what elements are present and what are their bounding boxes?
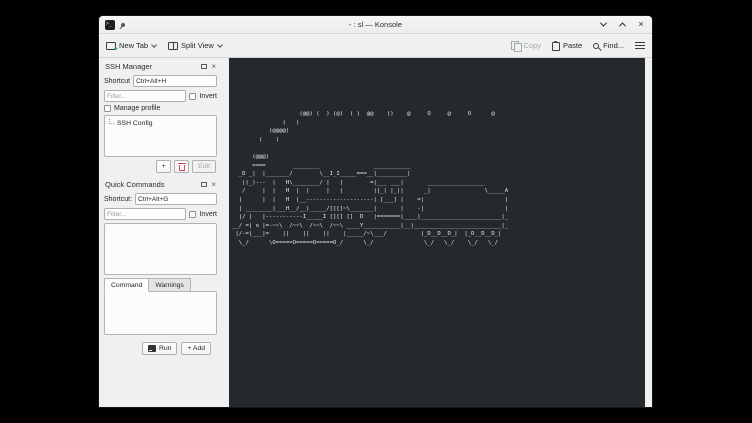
add-command-button[interactable]: + Add [181,342,211,355]
copy-label: Copy [523,41,541,50]
quick-commands-panel: Quick Commands × Shortcut: Invert [104,178,217,360]
trash-icon [179,165,185,171]
maximize-icon [618,22,625,29]
sidebar-splitter[interactable] [221,58,229,407]
manage-profile-label[interactable]: Manage profile [114,105,160,112]
ssh-shortcut-label: Shortcut [104,78,130,85]
ssh-manager-title: SSH Manager [105,62,197,71]
qc-invert-checkbox[interactable] [189,211,196,218]
ssh-filter-row: Invert [104,90,217,102]
float-panel-icon[interactable] [201,64,207,69]
paste-button[interactable]: Paste [552,41,582,51]
konsole-app-icon[interactable] [105,20,115,30]
qc-filter-input[interactable] [104,208,186,220]
main-toolbar: New Tab Split View Copy Paste [99,34,652,58]
sidebar: SSH Manager × Shortcut Invert [99,58,221,407]
qc-tab-bar: Command Warnings [104,278,217,292]
window-title: - : sl — Konsole [99,20,652,29]
search-icon [593,43,599,49]
tab-command[interactable]: Command [104,278,149,292]
tab-warnings[interactable]: Warnings [149,278,190,292]
window-content: SSH Manager × Shortcut Invert [99,58,652,407]
paste-icon [552,42,560,51]
copy-button[interactable]: Copy [511,41,541,50]
new-tab-icon [106,42,116,50]
close-panel-icon[interactable]: × [211,181,216,189]
manage-profile-checkbox[interactable] [104,105,111,112]
copy-icon [511,41,520,50]
window-controls: × [598,20,646,30]
paste-label: Paste [563,41,582,50]
new-tab-button[interactable]: New Tab [106,41,156,50]
terminal-scrollbar[interactable] [645,58,652,407]
hamburger-menu-icon [635,42,645,49]
terminal-ascii-train: (@@) ( ) (@) ( ) @@ () @ O @ O @ ( ) (@@… [232,110,645,248]
menu-button[interactable] [635,42,645,49]
split-view-dropdown-icon [217,42,223,48]
terminal-display[interactable]: (@@) ( ) (@) ( ) @@ () @ O @ O @ ( ) (@@… [229,58,645,407]
split-view-label: Split View [181,41,214,50]
maximize-button[interactable] [617,20,627,30]
tree-branch-icon [109,119,114,124]
titlebar-left [105,20,125,30]
split-view-icon [168,42,178,50]
tree-item-ssh-config[interactable]: SSH Config [107,119,214,127]
new-tab-label: New Tab [119,41,148,50]
minimize-icon [599,20,606,27]
qc-invert-label[interactable]: Invert [199,211,217,218]
float-panel-icon[interactable] [201,182,207,187]
qc-shortcut-field[interactable] [135,193,217,205]
split-view-button[interactable]: Split View [168,41,222,50]
ssh-shortcut-field[interactable] [133,75,217,87]
close-panel-icon[interactable]: × [211,63,216,71]
find-label: Find... [603,41,624,50]
tree-item-label: SSH Config [117,120,153,127]
close-icon: × [638,20,643,29]
ssh-manager-header: SSH Manager × [104,60,217,72]
new-tab-dropdown-icon [151,42,157,48]
ssh-button-row: + Edit [104,160,217,173]
ssh-shortcut-row: Shortcut [104,75,217,87]
quick-commands-list[interactable] [104,223,217,275]
qc-shortcut-row: Shortcut: [104,193,217,205]
manage-profile-row: Manage profile [104,105,217,112]
quick-commands-title: Quick Commands [105,180,197,189]
pin-icon[interactable] [120,22,126,28]
desktop-background: - : sl — Konsole × New Tab Split View [0,0,752,423]
edit-ssh-button[interactable]: Edit [192,160,216,173]
ssh-invert-label[interactable]: Invert [199,93,217,100]
minimize-button[interactable] [598,20,608,30]
close-button[interactable]: × [636,20,646,30]
ssh-manager-panel: SSH Manager × Shortcut Invert [104,60,217,178]
quick-commands-header: Quick Commands × [104,178,217,190]
ssh-invert-checkbox[interactable] [189,93,196,100]
qc-filter-row: Invert [104,208,217,220]
add-ssh-button[interactable]: + [156,160,171,173]
ssh-filter-input[interactable] [104,90,186,102]
titlebar[interactable]: - : sl — Konsole × [99,16,652,34]
delete-ssh-button[interactable] [174,160,189,173]
run-button[interactable]: Run [142,342,177,355]
find-button[interactable]: Find... [593,41,624,50]
konsole-window: - : sl — Konsole × New Tab Split View [99,16,652,407]
qc-button-row: Run + Add [104,342,217,355]
toolbar-right-group: Copy Paste Find... [511,41,645,51]
command-editor[interactable] [104,291,217,335]
qc-shortcut-label: Shortcut: [104,196,132,203]
ssh-config-tree: SSH Config [104,115,217,157]
toolbar-left-group: New Tab Split View [106,41,222,50]
run-terminal-icon [148,345,156,352]
run-label: Run [159,345,171,352]
